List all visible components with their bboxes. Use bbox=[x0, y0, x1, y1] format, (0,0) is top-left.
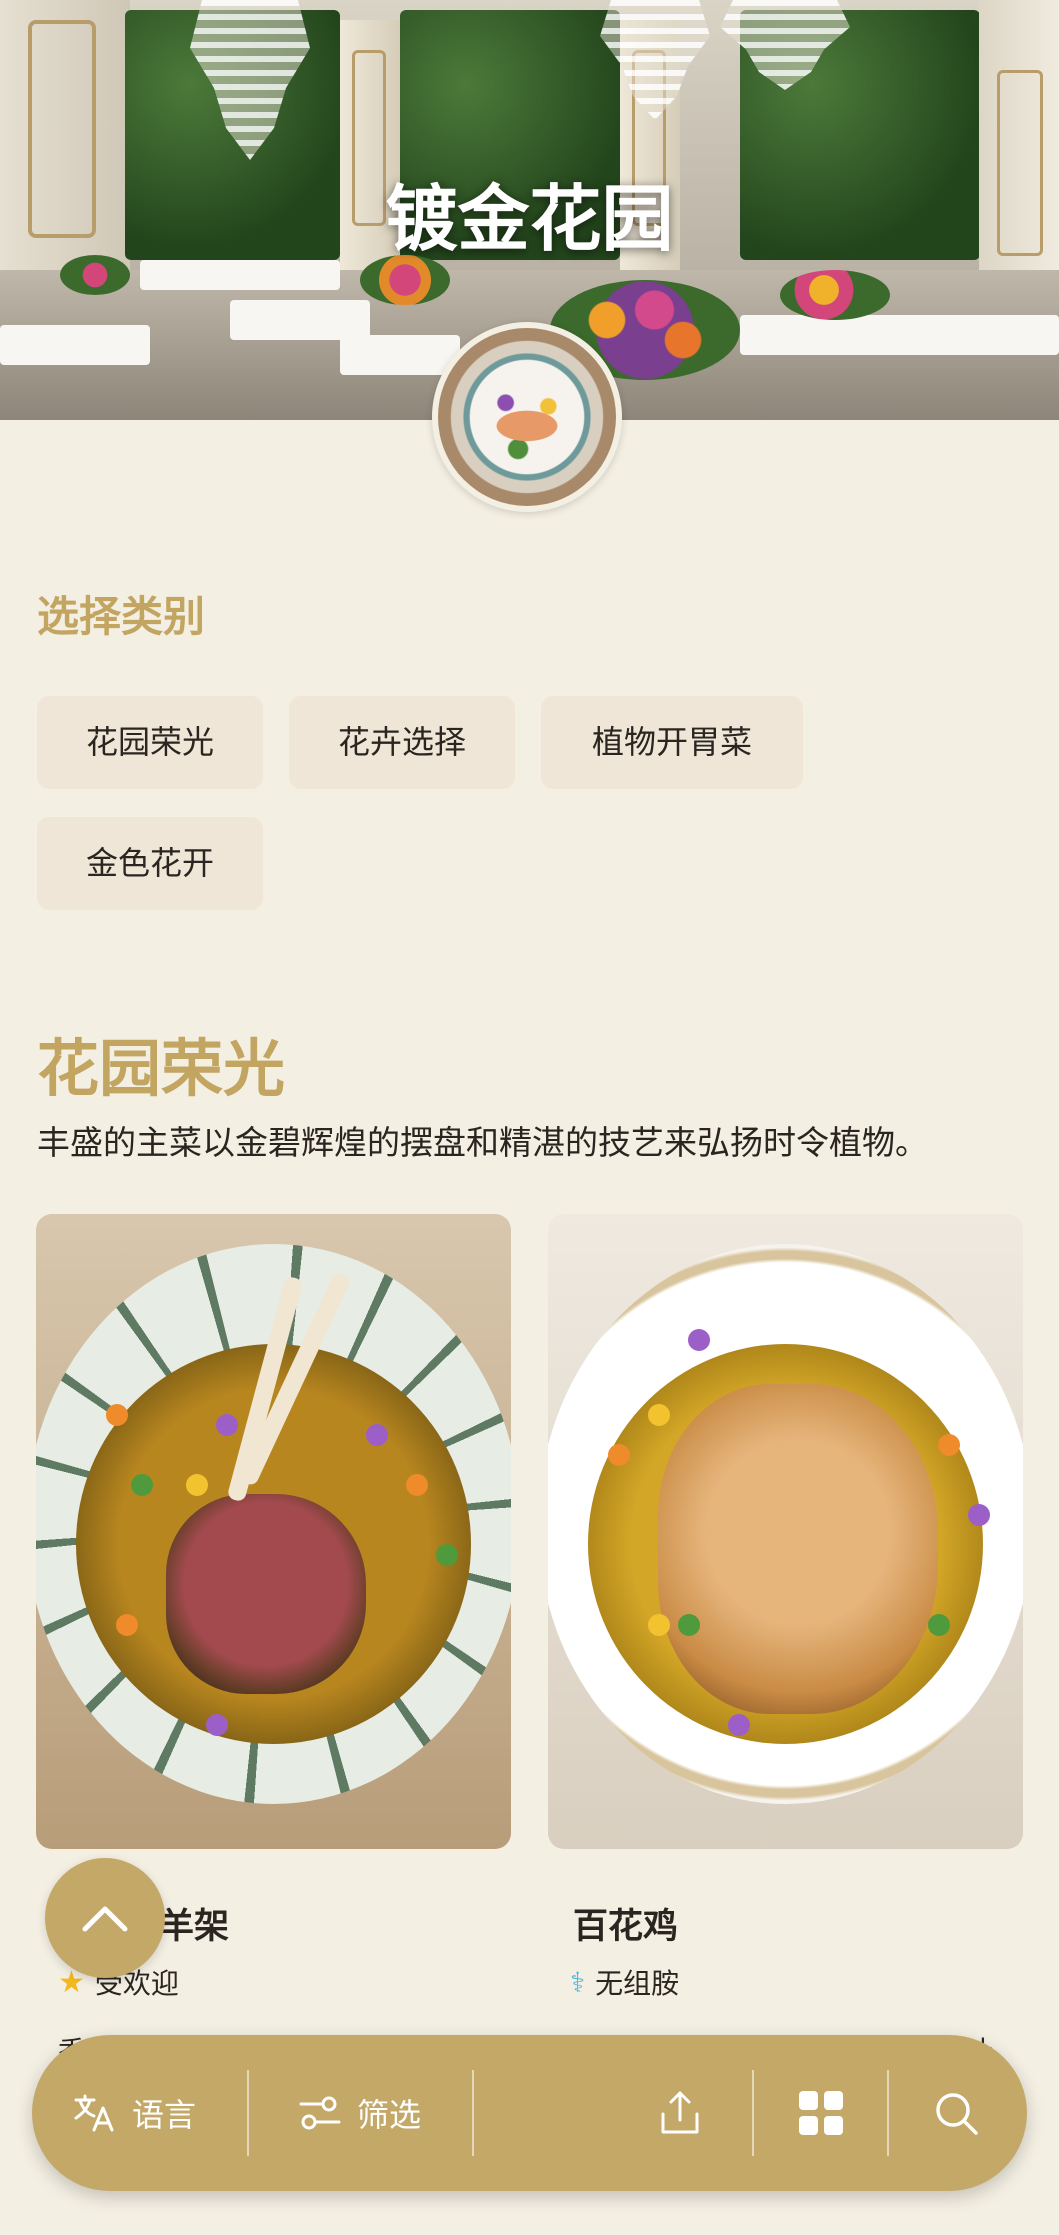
category-label: 选择类别 bbox=[37, 592, 206, 641]
filter-label: 筛选 bbox=[357, 2096, 422, 2134]
language-label: 语言 bbox=[132, 2096, 197, 2134]
dna-icon: ⚕ bbox=[570, 1965, 586, 1999]
chevron-up-icon bbox=[82, 1906, 128, 1932]
grid-icon bbox=[799, 2091, 843, 2135]
category-chip-garden-glory[interactable]: 花园荣光 bbox=[37, 696, 263, 789]
search-button[interactable] bbox=[932, 2035, 980, 2191]
dish-tag-label: 无组胺 bbox=[595, 1967, 680, 2000]
language-button[interactable]: 语言 bbox=[72, 2035, 196, 2191]
scroll-to-top-button[interactable] bbox=[45, 1858, 165, 1978]
share-button[interactable] bbox=[657, 2035, 703, 2191]
filter-icon bbox=[299, 2096, 341, 2130]
bottom-toolbar: 语言 筛选 bbox=[32, 2035, 1027, 2191]
translate-icon bbox=[74, 2094, 114, 2132]
dish-image-flower-chicken[interactable] bbox=[548, 1214, 1023, 1849]
category-chip-golden-bloom[interactable]: 金色花开 bbox=[37, 817, 263, 910]
share-icon bbox=[661, 2091, 699, 2134]
restaurant-title: 镀金花园 bbox=[385, 177, 674, 261]
category-chip-floral-selection[interactable]: 花卉选择 bbox=[289, 696, 515, 789]
dish-tag-histamine-free: ⚕ 无组胺 bbox=[570, 1962, 679, 2002]
grid-view-button[interactable] bbox=[797, 2035, 845, 2191]
dish-image-lamb-rack[interactable] bbox=[36, 1214, 511, 1849]
search-icon bbox=[936, 2093, 978, 2135]
dish-name-flower-chicken[interactable]: 百花鸡 bbox=[573, 1898, 678, 1949]
filter-button[interactable]: 筛选 bbox=[297, 2035, 421, 2191]
section-title: 花园荣光 bbox=[37, 1032, 286, 1105]
restaurant-avatar bbox=[432, 322, 622, 512]
category-chip-botanical-appetizers[interactable]: 植物开胃菜 bbox=[541, 696, 803, 789]
section-description: 丰盛的主菜以金碧辉煌的摆盘和精湛的技艺来弘扬时令植物。 bbox=[37, 1123, 928, 1162]
